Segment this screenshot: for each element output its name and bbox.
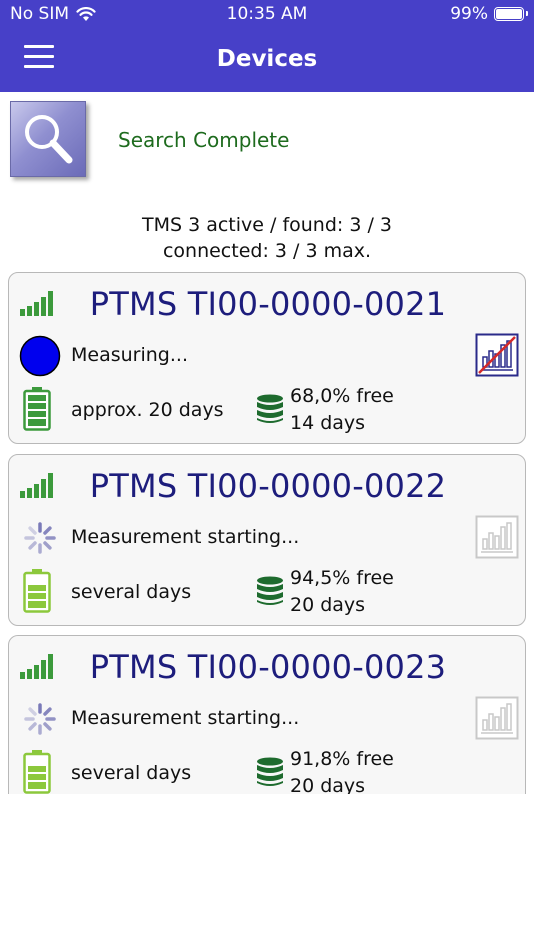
battery-full-icon [23,387,51,431]
measuring-dot-icon [19,335,61,377]
signal-strength-icon [20,291,53,316]
chart-inactive-icon[interactable] [475,515,519,559]
chart-inactive-icon[interactable] [475,696,519,740]
signal-strength-icon [20,473,53,498]
page-title: Devices [216,46,318,72]
database-icon [257,576,283,605]
storage-free: 94,5% free [290,567,394,589]
device-name: PTMS TI00-0000-0023 [89,648,447,686]
database-icon [257,394,283,423]
device-state: Measurement starting... [71,526,300,548]
chart-disabled-icon[interactable] [475,333,519,377]
navigation-bar: Devices [0,30,534,92]
battery-percent: 99% [450,4,488,24]
summary-connected: connected: 3 / 3 max. [162,240,372,262]
storage-free: 68,0% free [290,385,394,407]
loading-spinner-icon [24,703,56,735]
storage-days: 14 days [290,412,366,434]
database-icon [257,757,283,786]
battery-partial-icon [23,750,51,794]
device-card[interactable]: PTMS TI00-0000-0021 Measuring... approx.… [8,272,526,444]
device-name: PTMS TI00-0000-0021 [89,285,447,323]
device-summary: TMS 3 active / found: 3 / 3 connected: 3… [0,212,534,264]
signal-strength-icon [20,654,53,679]
device-list[interactable]: PTMS TI00-0000-0021 Measuring... approx.… [8,272,526,794]
battery-partial-icon [23,569,51,613]
device-state: Measurement starting... [71,707,300,729]
status-bar: No SIM 10:35 AM 99% [0,0,534,30]
battery-estimate: approx. 20 days [71,399,224,421]
loading-spinner-icon [24,522,56,554]
device-card[interactable]: PTMS TI00-0000-0022 Measurement starting… [8,454,526,626]
app-header: No SIM 10:35 AM 99% Devices [0,0,534,92]
search-button[interactable] [10,101,86,177]
storage-free: 91,8% free [290,748,394,770]
battery-estimate: several days [71,762,192,784]
device-name: PTMS TI00-0000-0022 [89,467,447,505]
phone-battery-icon [494,7,528,21]
magnifier-icon [25,115,73,164]
hamburger-menu-icon[interactable] [24,45,56,71]
battery-estimate: several days [71,581,192,603]
device-state: Measuring... [71,344,188,366]
storage-days: 20 days [290,775,366,794]
device-card[interactable]: PTMS TI00-0000-0023 Measurement starting… [8,635,526,794]
storage-days: 20 days [290,594,366,616]
search-status: Search Complete [118,128,290,152]
summary-active-found: TMS 3 active / found: 3 / 3 [141,214,392,236]
